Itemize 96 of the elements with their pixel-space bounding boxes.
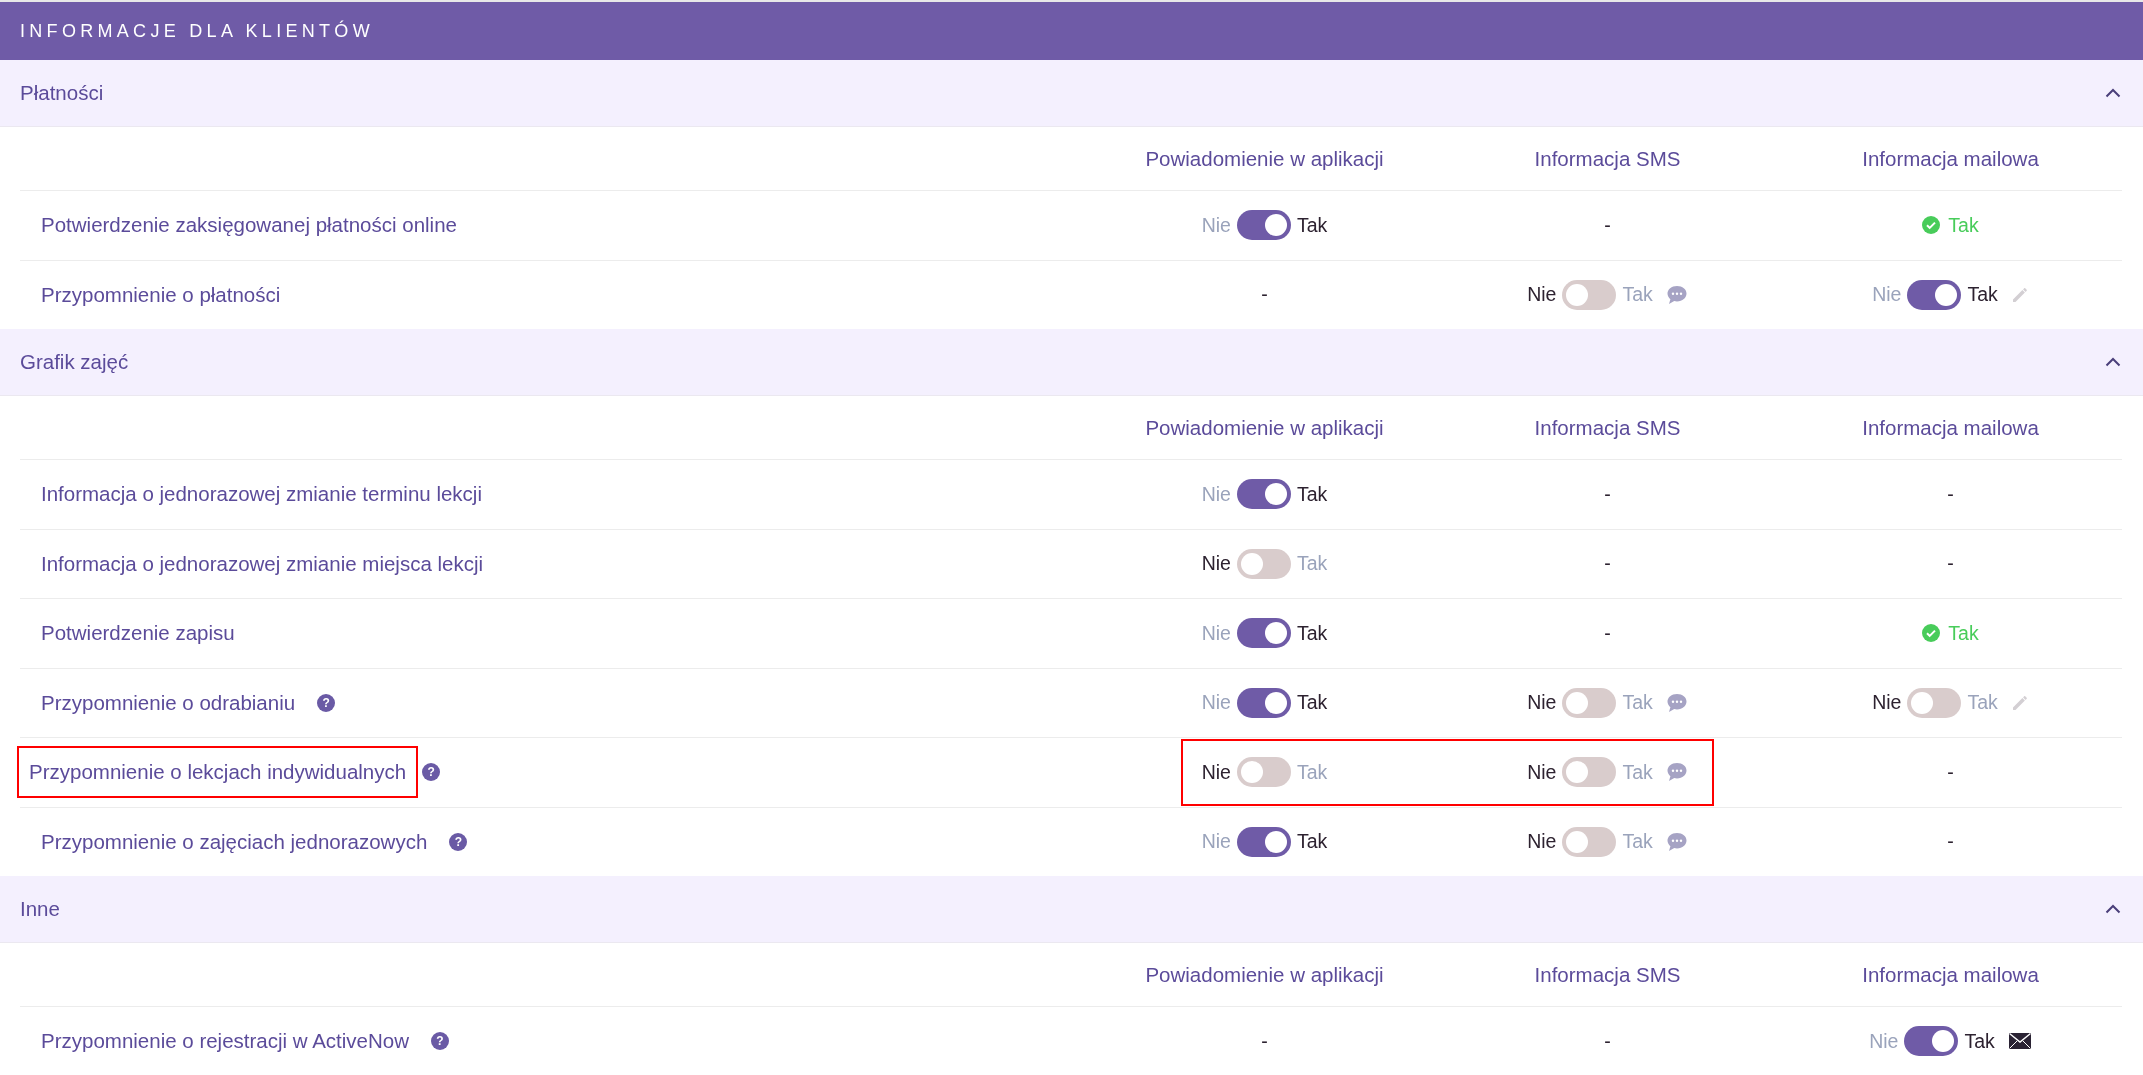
help-icon[interactable]: ? — [431, 1032, 449, 1051]
toggle-on-label: Tak — [1296, 552, 1328, 576]
pencil-icon[interactable] — [2010, 285, 2029, 304]
chevron-up-icon[interactable] — [2105, 88, 2121, 98]
toggle-off-label: Nie — [1201, 213, 1231, 237]
check-circle-icon — [1922, 216, 1941, 235]
empty-value: - — [1604, 621, 1611, 645]
empty-value: - — [1604, 482, 1611, 506]
toggle-off-label: Nie — [1201, 621, 1231, 645]
toggle-switch[interactable] — [1236, 687, 1291, 718]
toggle-on-label: Tak — [1964, 1029, 1995, 1053]
setting-label: Potwierdzenie zapisu — [41, 621, 235, 645]
empty-value: - — [1604, 1029, 1611, 1053]
empty-value: - — [1604, 213, 1611, 237]
toggle-switch[interactable] — [1907, 279, 1962, 310]
toggle-on-label: Tak — [1296, 482, 1328, 506]
toggle-off-label: Nie — [1527, 691, 1557, 715]
toggle-switch[interactable] — [1907, 687, 1962, 718]
setting-label: Przypomnienie o zajęciach jednorazowych — [41, 829, 428, 853]
chevron-up-icon[interactable] — [2105, 357, 2121, 367]
empty-value: - — [1947, 552, 1954, 576]
column-header: Informacja SMS — [1533, 415, 1682, 440]
empty-value: - — [1947, 830, 1954, 854]
toggle-switch[interactable] — [1236, 826, 1291, 857]
toggle-on-label: Tak — [1967, 283, 1998, 307]
toggle-on-label: Tak — [1622, 830, 1653, 854]
toggle-off-label: Nie — [1527, 760, 1557, 784]
toggle-switch[interactable] — [1562, 687, 1617, 718]
toggle-switch[interactable] — [1562, 279, 1617, 310]
toggle-off-label: Nie — [1201, 691, 1231, 715]
column-header: Informacja SMS — [1533, 962, 1682, 987]
toggle-off-label: Nie — [1201, 482, 1231, 506]
toggle-off-label: Nie — [1869, 1029, 1899, 1053]
toggle-off-label: Nie — [1527, 830, 1557, 854]
setting-label: Przypomnienie o rejestracji w ActiveNow — [41, 1029, 409, 1053]
pencil-icon[interactable] — [2010, 693, 2029, 712]
toggle-switch[interactable] — [1236, 548, 1291, 579]
check-circle-icon — [1922, 624, 1941, 643]
empty-value: - — [1947, 482, 1954, 506]
toggle-on-label: Tak — [1967, 691, 1998, 715]
setting-label: Potwierdzenie zaksięgowanej płatności online — [41, 213, 457, 237]
section-header[interactable]: Inne — [0, 876, 2143, 943]
empty-value: - — [1261, 1029, 1268, 1053]
toggle-switch[interactable] — [1236, 618, 1291, 649]
section-title: Grafik zajęć — [20, 350, 129, 374]
toggle-off-label: Nie — [1201, 830, 1231, 854]
status-text: Tak — [1948, 213, 1979, 237]
column-header: Informacja mailowa — [1861, 962, 2040, 987]
empty-value: - — [1604, 552, 1611, 576]
toggle-switch[interactable] — [1236, 210, 1291, 241]
toggle-switch[interactable] — [1904, 1026, 1959, 1057]
column-header: Informacja mailowa — [1861, 146, 2040, 171]
toggle-switch[interactable] — [1236, 757, 1291, 788]
setting-label: Przypomnienie o płatności — [41, 282, 281, 306]
toggle-off-label: Nie — [1872, 691, 1902, 715]
toggle-switch[interactable] — [1562, 826, 1617, 857]
toggle-off-label: Nie — [1201, 552, 1231, 576]
empty-value: - — [1261, 283, 1268, 307]
help-icon[interactable]: ? — [317, 693, 336, 712]
envelope-icon[interactable] — [2007, 1032, 2032, 1051]
setting-label: Przypomnienie o lekcjach indywidualnych — [29, 760, 407, 784]
help-icon[interactable]: ? — [422, 763, 441, 782]
chat-bubble-icon[interactable] — [1665, 692, 1688, 713]
toggle-on-label: Tak — [1622, 283, 1653, 307]
toggle-on-label: Tak — [1296, 830, 1328, 854]
toggle-on-label: Tak — [1296, 691, 1328, 715]
toggle-off-label: Nie — [1201, 760, 1231, 784]
chat-bubble-icon[interactable] — [1665, 284, 1688, 305]
chat-bubble-icon[interactable] — [1665, 762, 1688, 783]
toggle-on-label: Tak — [1296, 760, 1328, 784]
toggle-switch[interactable] — [1236, 479, 1291, 510]
setting-label: Informacja o jednorazowej zmianie miejsca lekcji — [41, 551, 484, 575]
toggle-on-label: Tak — [1296, 213, 1328, 237]
toggle-on-label: Tak — [1622, 691, 1653, 715]
help-icon[interactable]: ? — [449, 832, 468, 851]
column-header: Powiadomienie w aplikacji — [1144, 415, 1385, 440]
column-header: Powiadomienie w aplikacji — [1144, 962, 1385, 987]
column-header: Informacja SMS — [1533, 146, 1682, 171]
toggle-off-label: Nie — [1872, 283, 1902, 307]
section-title: Inne — [20, 897, 60, 921]
section-header[interactable]: Płatności — [0, 60, 2143, 127]
panel-title: INFORMACJE DLA KLIENTÓW — [20, 20, 374, 42]
chat-bubble-icon[interactable] — [1665, 831, 1688, 852]
chevron-up-icon[interactable] — [2105, 904, 2121, 914]
column-header: Informacja mailowa — [1861, 415, 2040, 440]
toggle-on-label: Tak — [1296, 621, 1328, 645]
setting-label: Informacja o jednorazowej zmianie terminu lekcji — [41, 482, 482, 506]
toggle-on-label: Tak — [1622, 760, 1653, 784]
setting-label: Przypomnienie o odrabianiu — [41, 690, 296, 714]
section-title: Płatności — [20, 81, 104, 105]
column-header: Powiadomienie w aplikacji — [1144, 146, 1385, 171]
toggle-off-label: Nie — [1527, 283, 1557, 307]
section-header[interactable]: Grafik zajęć — [0, 329, 2143, 396]
status-text: Tak — [1948, 621, 1979, 645]
empty-value: - — [1947, 760, 1954, 784]
toggle-switch[interactable] — [1562, 757, 1617, 788]
